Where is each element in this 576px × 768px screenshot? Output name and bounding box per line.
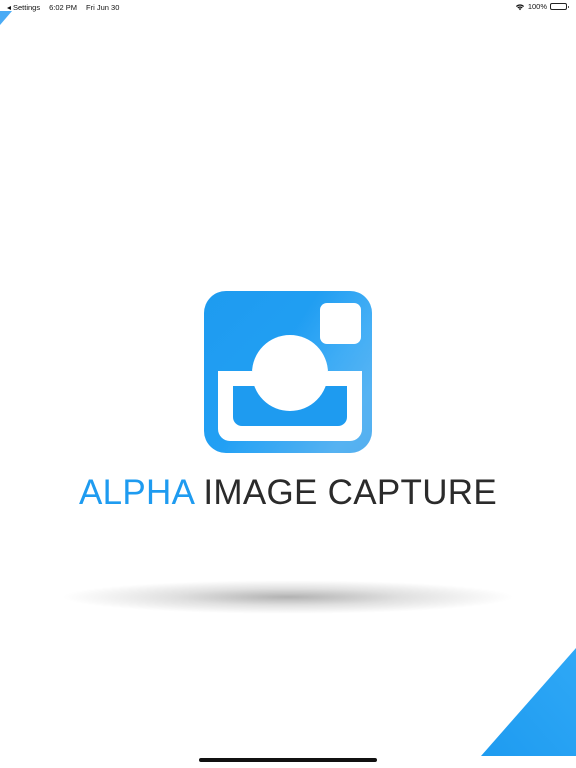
logo-shadow bbox=[60, 580, 516, 614]
app-title-accent: ALPHA bbox=[78, 473, 194, 512]
home-indicator[interactable] bbox=[199, 758, 377, 762]
status-date: Fri Jun 30 bbox=[86, 3, 120, 12]
battery-icon bbox=[550, 3, 569, 10]
status-bar-right: 100% bbox=[515, 2, 569, 11]
app-title: ALPHA IMAGE CAPTURE bbox=[0, 473, 576, 513]
app-title-rest: IMAGE CAPTURE bbox=[203, 473, 498, 512]
status-bar: Settings 6:02 PM Fri Jun 30 100% bbox=[0, 0, 576, 14]
battery-percent: 100% bbox=[527, 2, 547, 11]
corner-triangle-bottom-right bbox=[481, 648, 576, 756]
wifi-icon bbox=[515, 3, 524, 10]
back-label: Settings bbox=[13, 3, 41, 12]
status-time: 6:02 PM bbox=[49, 3, 78, 12]
camera-logo-icon bbox=[204, 291, 372, 453]
corner-triangle-top-left bbox=[0, 11, 12, 25]
splash-screen: Settings 6:02 PM Fri Jun 30 100% ALPHA I… bbox=[0, 0, 576, 768]
status-bar-left: Settings 6:02 PM Fri Jun 30 bbox=[7, 3, 119, 12]
back-arrow-icon bbox=[7, 5, 11, 10]
